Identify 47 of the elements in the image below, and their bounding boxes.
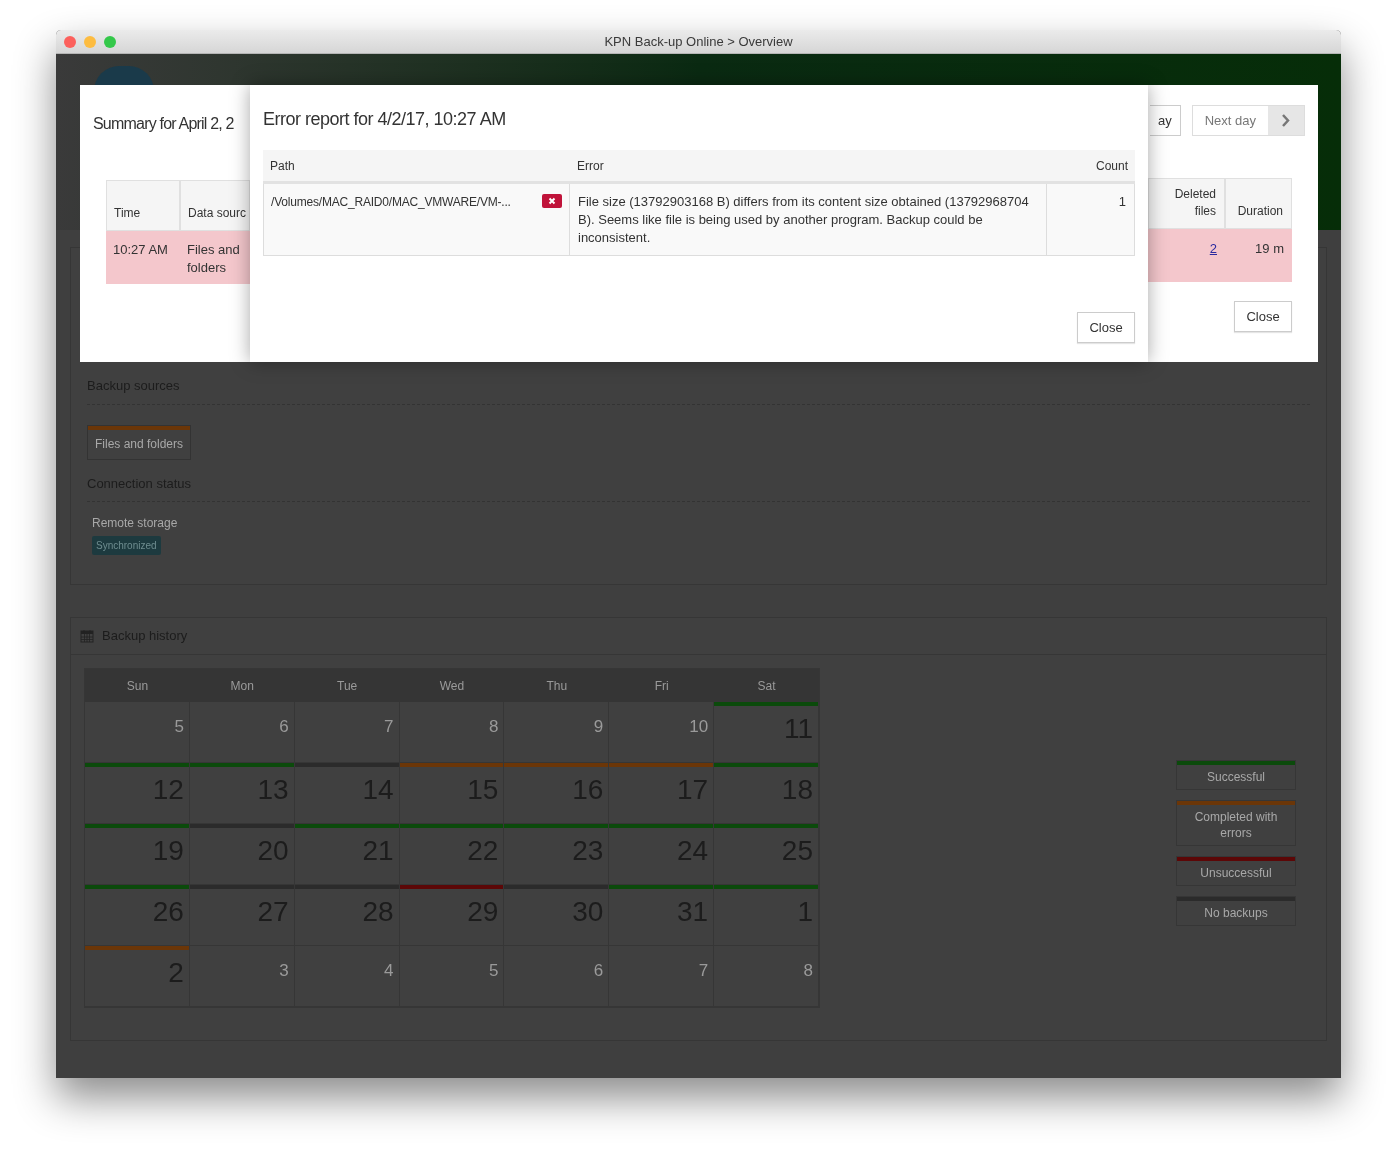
calendar-day[interactable]: 5 — [399, 946, 505, 1007]
table-cell: 10:27 AM — [106, 231, 180, 284]
next-day-button[interactable]: Next day — [1191, 105, 1305, 136]
close-window-button[interactable] — [64, 35, 76, 48]
weekday-label: Sun — [125, 677, 150, 695]
column-header: Duration — [1225, 178, 1292, 229]
minimize-window-button[interactable] — [84, 35, 96, 48]
legend-item: Completed with errors — [1176, 800, 1296, 846]
window-title: KPN Back-up Online > Overview — [604, 32, 793, 51]
status-badge: Synchronized — [92, 536, 161, 555]
error-count: 1 — [1118, 194, 1126, 209]
calendar-icon — [80, 629, 94, 643]
close-button[interactable]: Close — [1077, 312, 1135, 343]
weekday-label: Thu — [545, 677, 569, 695]
weekday-label: Wed — [438, 677, 466, 695]
legend-item: Successful — [1176, 760, 1296, 790]
column-header: Deleted files — [1148, 178, 1225, 229]
source-tile[interactable]: Files and folders — [87, 424, 191, 460]
calendar-day[interactable]: 8 — [714, 946, 819, 1007]
column-header: Path — [269, 157, 296, 175]
error-message: File size (13792903168 B) differs from its content size obtained (13792968704 B). Seems like file is being used by another program. Backup could be inconsistent. — [578, 194, 1029, 245]
dialog-title: Error report for 4/2/17, 10:27 AM — [263, 108, 507, 131]
weekday-label: Mon — [229, 677, 255, 695]
column-header: Time — [106, 180, 180, 231]
calendar-day[interactable]: 3 — [189, 946, 295, 1007]
weekday-label: Tue — [336, 677, 359, 695]
table-cell: 19 m — [1255, 241, 1284, 256]
dialog-title: Summary for April 2, 2 — [93, 114, 235, 134]
chevron-right-icon — [1268, 106, 1304, 135]
calendar-day[interactable]: 4 — [294, 946, 400, 1007]
table-cell: Files and folders — [180, 231, 250, 284]
legend-item: Unsuccessful — [1176, 856, 1296, 886]
column-header: Count — [1094, 157, 1129, 175]
column-header: Data sourc — [180, 180, 250, 231]
calendar-day[interactable]: 6 — [504, 946, 610, 1007]
legend-item: No backups — [1176, 896, 1296, 926]
file-path: /Volumes/MAC_RAID0/MAC_VMWARE/VM-... — [271, 194, 511, 211]
calendar-day[interactable]: 7 — [609, 946, 715, 1007]
zoom-window-button[interactable] — [104, 35, 116, 48]
status-label: Remote storage — [92, 515, 178, 532]
error-icon — [542, 194, 562, 208]
previous-day-button[interactable]: ay — [1149, 105, 1181, 136]
column-header: Error — [576, 157, 605, 175]
deleted-files-link[interactable]: 2 — [1209, 241, 1217, 256]
weekday-label: Sat — [756, 677, 777, 695]
weekday-label: Fri — [653, 677, 670, 695]
close-button[interactable]: Close — [1234, 301, 1292, 332]
